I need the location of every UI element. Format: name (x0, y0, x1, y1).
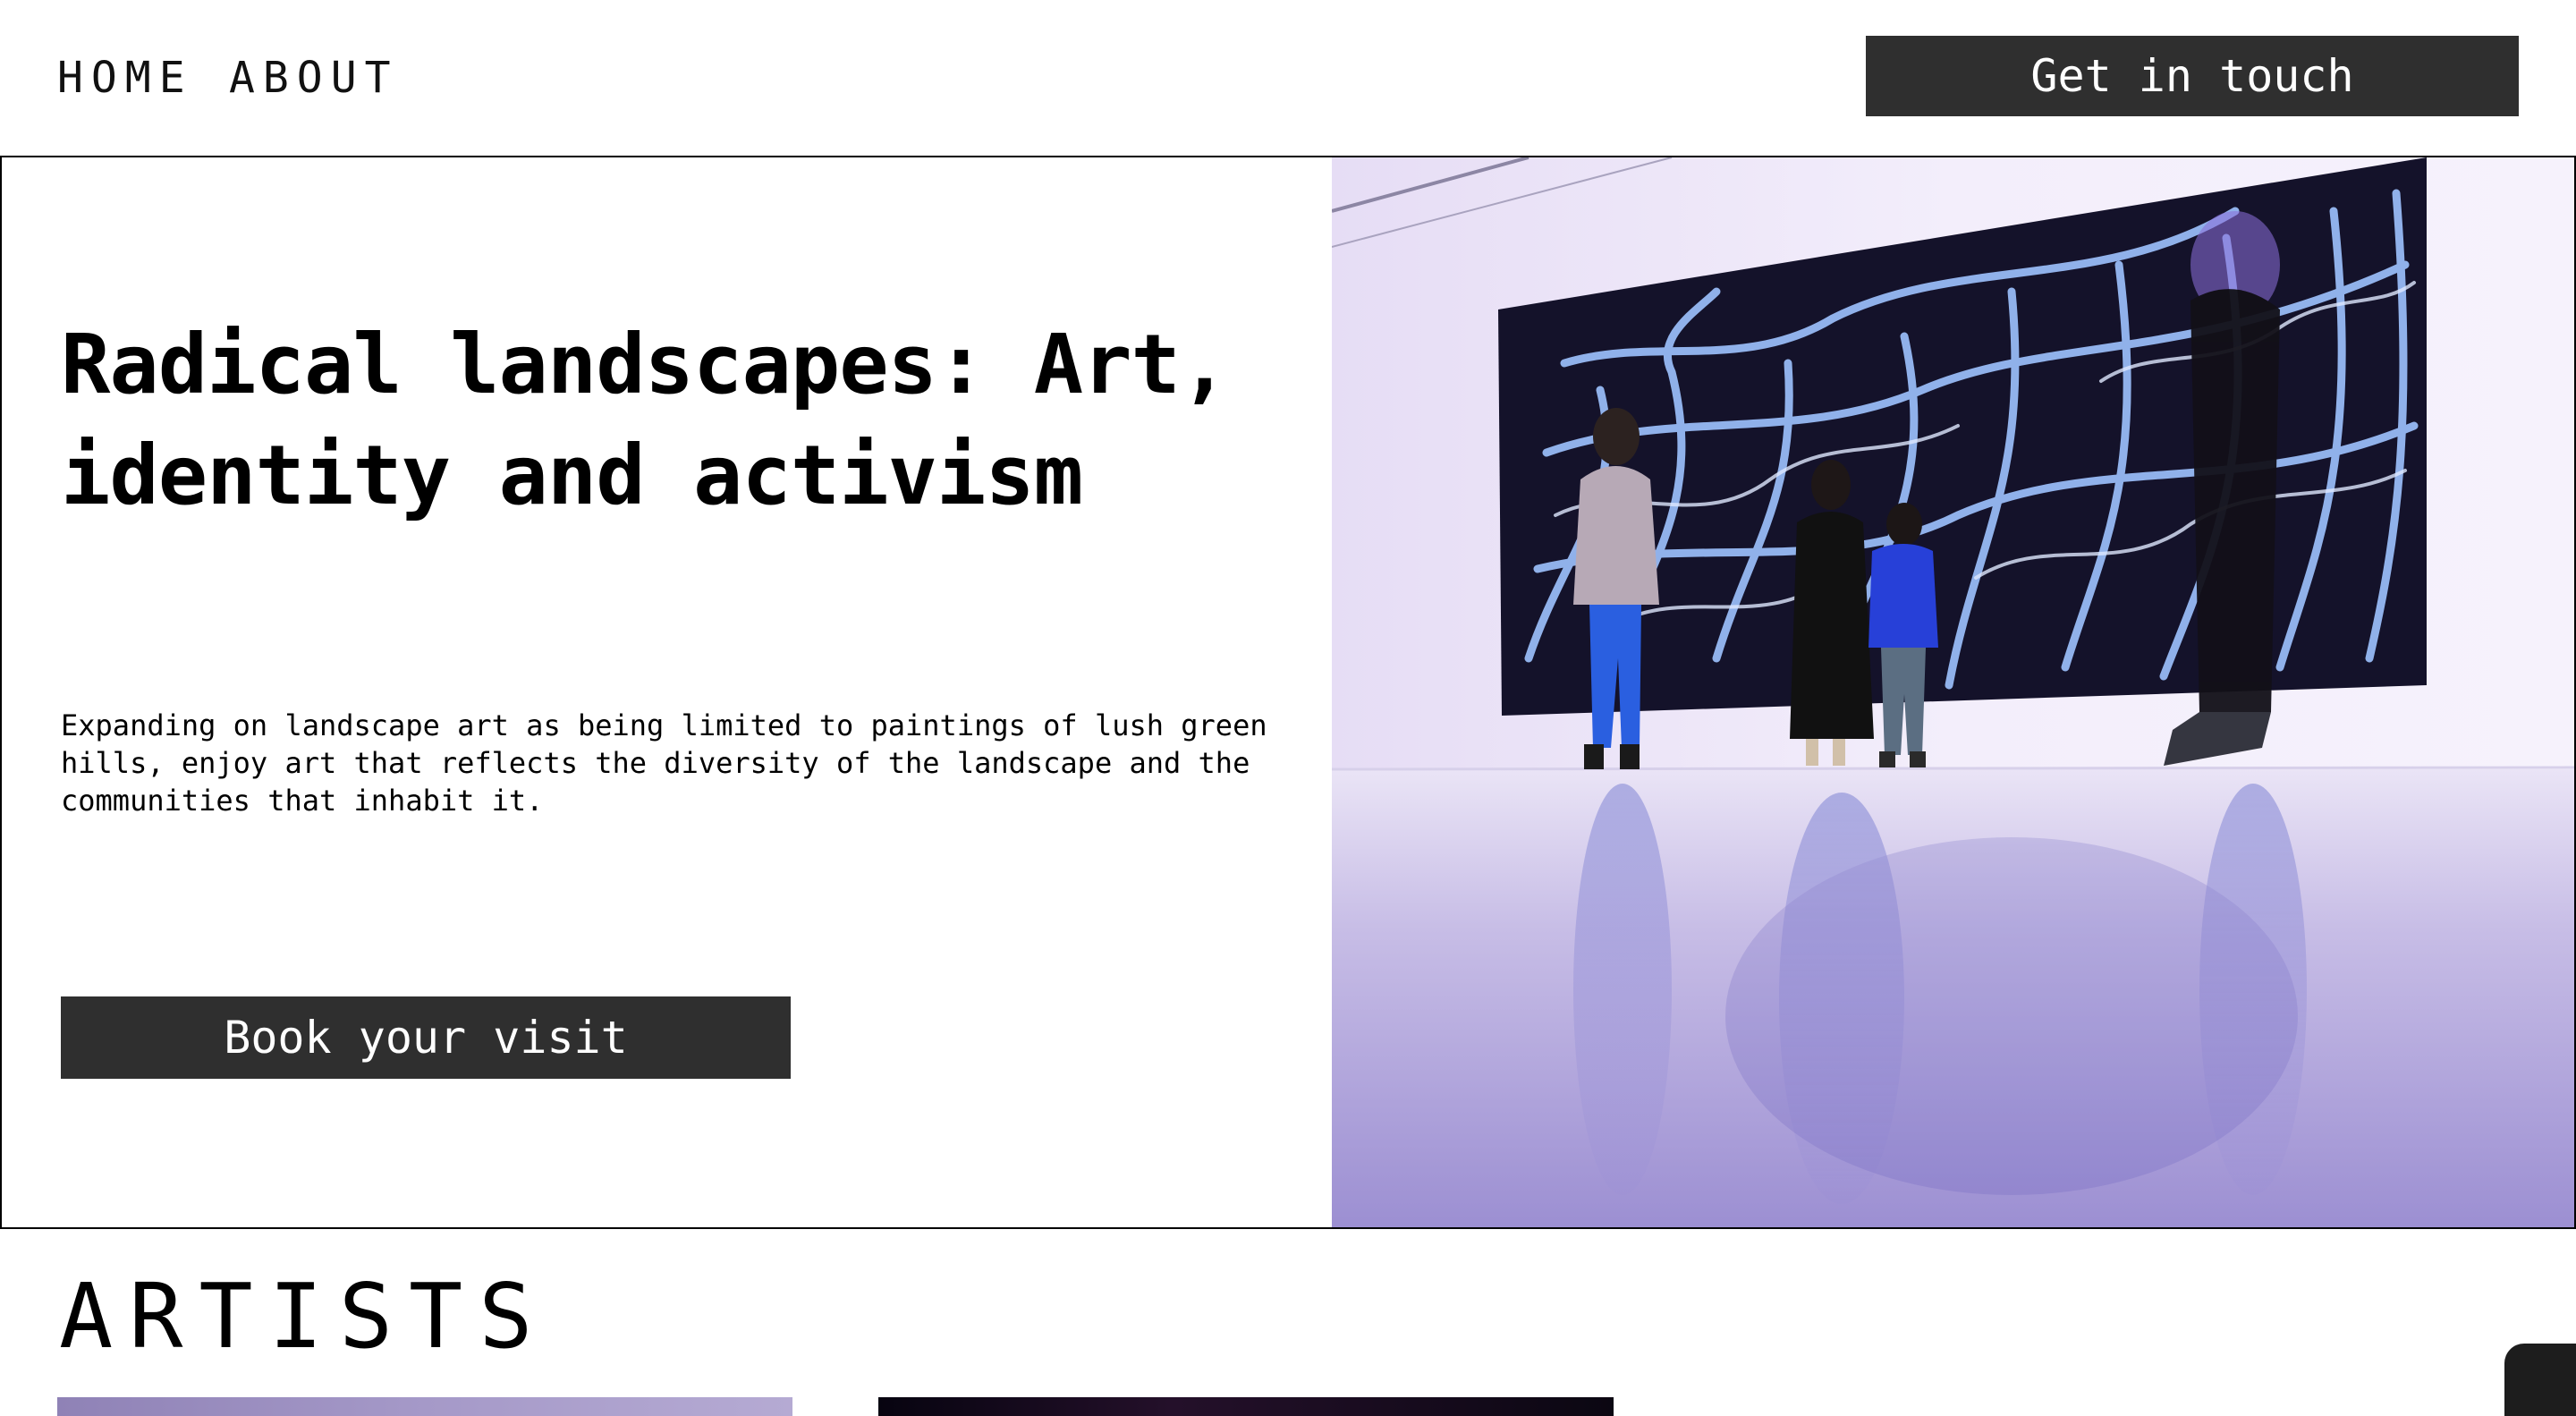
top-navigation: HOME ABOUT Get in touch (0, 0, 2576, 156)
hero-section: Radical landscapes: Art, identity and ac… (0, 156, 2576, 1229)
chat-widget-button[interactable] (2504, 1344, 2576, 1416)
artist-card-1[interactable] (57, 1397, 792, 1416)
artist-card-2[interactable] (878, 1397, 1614, 1416)
hero-title-line-1: Radical landscapes: Art, (61, 317, 1229, 412)
hero-description: Expanding on landscape art as being limi… (61, 708, 1267, 818)
hero-title: Radical landscapes: Art, identity and ac… (61, 309, 1331, 531)
hero-title-line-2: identity and activism (61, 428, 1083, 523)
nav-home-link[interactable]: HOME (57, 52, 193, 104)
gallery-photo-illustration (1332, 157, 2574, 1227)
hero-text-panel: Radical landscapes: Art, identity and ac… (2, 157, 1332, 1227)
book-visit-button[interactable]: Book your visit (61, 996, 791, 1079)
gallery-photo (1332, 157, 2574, 1227)
nav-about-link[interactable]: ABOUT (229, 52, 399, 104)
get-in-touch-button[interactable]: Get in touch (1866, 36, 2519, 116)
artists-heading: ARTISTS (59, 1264, 549, 1369)
